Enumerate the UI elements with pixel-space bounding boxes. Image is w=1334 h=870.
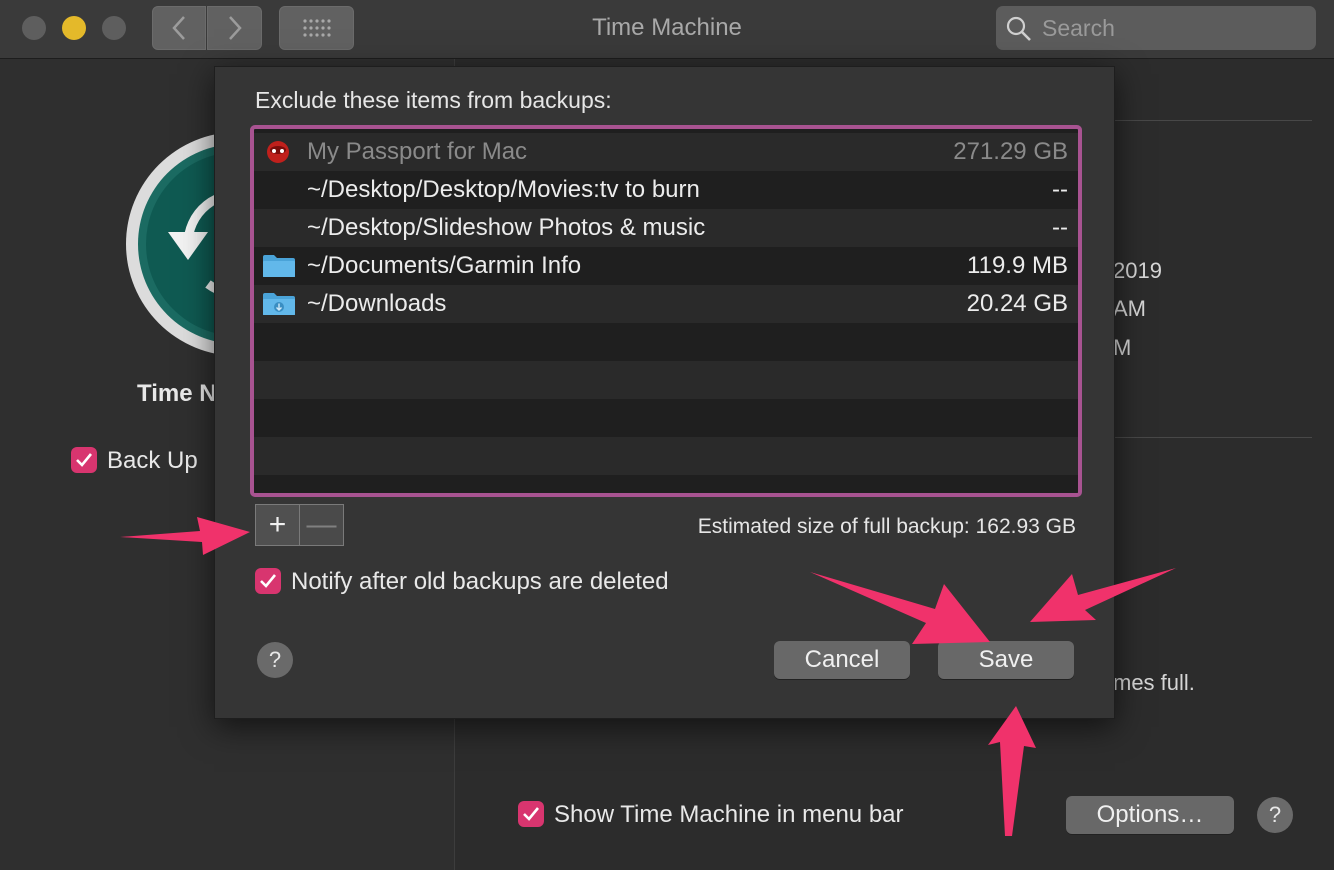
item-path: My Passport for Mac [307, 138, 528, 165]
status-time-partial: AM [1113, 296, 1146, 321]
list-item[interactable]: My Passport for Mac 271.29 GB [254, 133, 1078, 171]
show-in-menu-bar-checkbox[interactable] [518, 801, 544, 827]
item-size: 271.29 GB [953, 138, 1068, 165]
drive-icon [267, 141, 289, 163]
empty-row [254, 437, 1078, 475]
options-button[interactable]: Options… [1066, 796, 1234, 834]
item-path: ~/Desktop/Desktop/Movies:tv to burn [307, 176, 700, 203]
downloads-folder-icon [263, 293, 295, 315]
item-size: 119.9 MB [967, 252, 1068, 279]
folder-icon [263, 255, 295, 277]
help-button[interactable]: ? [1257, 797, 1293, 833]
search-icon [1006, 16, 1031, 41]
add-item-button[interactable]: + [256, 505, 300, 545]
sheet-heading: Exclude these items from backups: [255, 87, 612, 113]
item-path: ~/Downloads [307, 290, 447, 317]
back-up-automatically-checkbox[interactable] [71, 447, 97, 473]
status-date-partial: 2019 [1113, 258, 1162, 283]
app-name-label: Time N [137, 380, 217, 407]
item-size: -- [1052, 214, 1068, 241]
cancel-button[interactable]: Cancel [774, 641, 910, 679]
notify-checkbox[interactable] [255, 568, 281, 594]
show-in-menu-bar-label: Show Time Machine in menu bar [554, 801, 904, 828]
empty-row [254, 323, 1078, 361]
list-item[interactable]: ~/Downloads 20.24 GB [254, 285, 1078, 323]
notify-label: Notify after old backups are deleted [291, 568, 669, 595]
list-item[interactable]: ~/Documents/Garmin Info 119.9 MB [254, 247, 1078, 285]
becomes-full-partial: mes full. [1113, 670, 1195, 695]
empty-row [254, 399, 1078, 437]
checkmark-icon [76, 453, 93, 467]
empty-row [254, 475, 1078, 493]
list-item[interactable]: ~/Desktop/Desktop/Movies:tv to burn -- [254, 171, 1078, 209]
estimated-backup-size: Estimated size of full backup: 162.93 GB [697, 515, 1076, 538]
help-button[interactable]: ? [257, 642, 293, 678]
status-time-partial: M [1113, 335, 1132, 360]
checkmark-icon [523, 807, 540, 821]
item-path: ~/Documents/Garmin Info [307, 252, 582, 279]
checkmark-icon [260, 574, 277, 588]
item-size: 20.24 GB [966, 290, 1068, 317]
divider [1115, 120, 1312, 121]
item-size: -- [1052, 176, 1068, 203]
remove-item-button[interactable]: — [300, 505, 343, 545]
back-up-label: Back Up [107, 447, 198, 474]
divider [1115, 437, 1312, 438]
empty-row [254, 361, 1078, 399]
excluded-items-list[interactable]: My Passport for Mac 271.29 GB ~/Desktop/… [250, 125, 1082, 497]
list-item[interactable]: ~/Desktop/Slideshow Photos & music -- [254, 209, 1078, 247]
save-button[interactable]: Save [938, 641, 1074, 679]
title-bar: Time Machine Search [0, 0, 1334, 59]
item-path: ~/Desktop/Slideshow Photos & music [307, 214, 706, 241]
add-remove-control: + — [255, 504, 344, 546]
search-field[interactable]: Search [996, 6, 1316, 50]
search-placeholder: Search [1042, 15, 1115, 41]
exclude-items-sheet: Exclude these items from backups: My Pas… [214, 66, 1115, 719]
